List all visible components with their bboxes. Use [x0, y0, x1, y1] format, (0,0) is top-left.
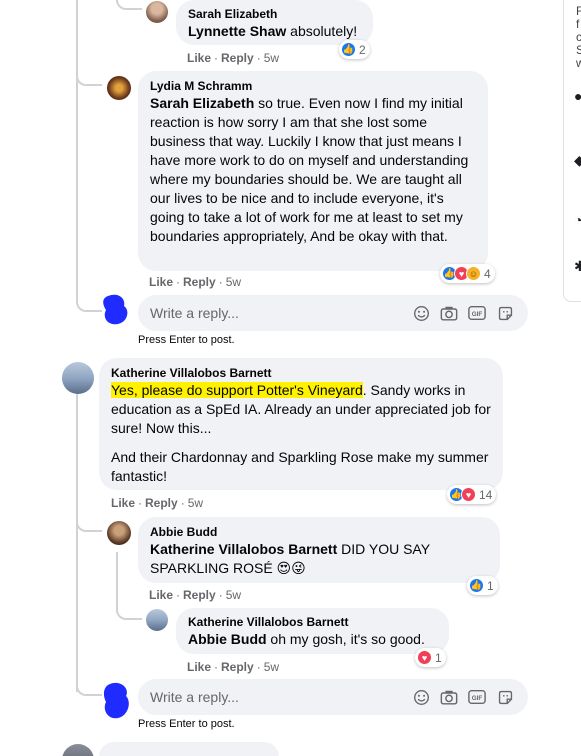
- timestamp[interactable]: 5w: [226, 588, 241, 602]
- sidebar-fragment: f: [576, 17, 580, 31]
- sidebar-icon[interactable]: ◆: [574, 152, 581, 169]
- comment-author[interactable]: Abbie Budd: [150, 524, 488, 540]
- thread-line: [116, 552, 118, 612]
- right-sidebar-card: F f c S w ● ◆ ◔ ✱: [563, 0, 581, 302]
- avatar[interactable]: [146, 609, 168, 631]
- reaction-count: 1: [487, 578, 494, 593]
- emoji-icon[interactable]: [412, 304, 430, 322]
- sidebar-fragment: c: [576, 30, 581, 44]
- press-enter-hint: Press Enter to post.: [138, 334, 235, 346]
- gif-icon[interactable]: GIF: [468, 304, 486, 322]
- comment-author[interactable]: Lydia M Schramm: [150, 78, 476, 94]
- emoji-icon[interactable]: [412, 688, 430, 706]
- reply-input[interactable]: Write a reply... GIF: [138, 295, 528, 331]
- comment-text: oh my gosh, it's so good.: [266, 631, 425, 647]
- thread-connector: [76, 516, 102, 532]
- sidebar-icon[interactable]: ✱: [574, 258, 581, 275]
- reply-placeholder: Write a reply...: [150, 305, 239, 321]
- thread-connector: [116, 604, 142, 620]
- reaction-count: 2: [359, 42, 366, 57]
- timestamp[interactable]: 5w: [264, 660, 279, 674]
- press-enter-hint: Press Enter to post.: [138, 718, 235, 730]
- like-link[interactable]: Like: [111, 496, 135, 510]
- love-reaction-icon: ♥: [461, 487, 476, 502]
- reaction-summary[interactable]: ♥ 1: [415, 648, 446, 667]
- svg-text:GIF: GIF: [472, 695, 483, 702]
- comment-bubble: Abbie Budd Katherine Villalobos Barnett …: [138, 517, 500, 583]
- avatar[interactable]: [107, 76, 131, 100]
- highlighted-text: Yes, please do support Potter's Vineyard: [111, 382, 363, 398]
- reaction-summary[interactable]: 👍 1: [467, 576, 498, 595]
- like-link[interactable]: Like: [149, 588, 173, 602]
- love-reaction-icon: ♥: [417, 650, 432, 665]
- sidebar-fragment: S: [576, 43, 581, 57]
- thread-line: [76, 0, 78, 300]
- thread-line: [76, 392, 78, 692]
- comment-bubble: Katherine Villalobos Barnett Yes, please…: [99, 358, 503, 490]
- reaction-count: 14: [479, 487, 493, 502]
- thread-connector: [116, 0, 142, 10]
- sidebar-fragment: F: [576, 4, 581, 18]
- thread-connector: [76, 680, 102, 696]
- reply-link[interactable]: Reply: [183, 588, 216, 602]
- avatar[interactable]: [107, 521, 131, 545]
- mention-link[interactable]: Sarah Elizabeth: [150, 95, 254, 111]
- comment-actions: Like · Reply · 5w: [111, 496, 204, 510]
- reply-placeholder: Write a reply...: [150, 689, 239, 705]
- comment-author[interactable]: Sarah Elizabeth: [188, 6, 361, 22]
- comment-actions: Like · Reply · 5w: [149, 275, 242, 289]
- svg-text:GIF: GIF: [472, 311, 483, 318]
- sidebar-icon[interactable]: ◔: [574, 212, 581, 228]
- camera-icon[interactable]: [440, 688, 458, 706]
- comment-author[interactable]: Katherine Villalobos Barnett: [111, 365, 491, 381]
- mention-link[interactable]: Abbie Budd: [188, 631, 267, 647]
- avatar[interactable]: [62, 362, 94, 394]
- like-link[interactable]: Like: [187, 660, 211, 674]
- mention-link[interactable]: Lynnette Shaw: [188, 23, 286, 39]
- like-link[interactable]: Like: [187, 51, 211, 65]
- reaction-count: 1: [435, 650, 442, 665]
- avatar[interactable]: [146, 1, 168, 23]
- reply-link[interactable]: Reply: [145, 496, 178, 510]
- reply-link[interactable]: Reply: [183, 275, 216, 289]
- sidebar-icon[interactable]: ●: [574, 88, 581, 104]
- reaction-summary[interactable]: 👍 2: [339, 40, 370, 59]
- redacted-avatar: [103, 294, 128, 325]
- camera-icon[interactable]: [440, 304, 458, 322]
- reaction-summary[interactable]: 👍 ♥ ☺ 4: [440, 264, 495, 283]
- avatar[interactable]: [62, 744, 94, 756]
- like-reaction-icon: 👍: [341, 42, 356, 57]
- comment-text: absolutely!: [286, 23, 358, 39]
- sticker-icon[interactable]: [496, 304, 514, 322]
- reply-link[interactable]: Reply: [221, 660, 254, 674]
- like-link[interactable]: Like: [149, 275, 173, 289]
- redacted-avatar: [103, 682, 129, 719]
- comment-text: so true. Even now I find my initial reac…: [150, 95, 469, 244]
- thread-connector: [76, 70, 102, 86]
- comment-actions: Like · Reply · 5w: [187, 51, 280, 65]
- timestamp[interactable]: 5w: [264, 51, 279, 65]
- reply-link[interactable]: Reply: [221, 51, 254, 65]
- comment-actions: Like · Reply · 5w: [149, 588, 242, 602]
- gif-icon[interactable]: GIF: [468, 688, 486, 706]
- mention-link[interactable]: Katherine Villalobos Barnett: [150, 541, 337, 557]
- timestamp[interactable]: 5w: [188, 496, 203, 510]
- sticker-icon[interactable]: [496, 688, 514, 706]
- comment-bubble: Katherine Villalobos Barnett Abbie Budd …: [176, 608, 449, 654]
- timestamp[interactable]: 5w: [226, 275, 241, 289]
- care-reaction-icon: ☺: [466, 266, 481, 281]
- reaction-count: 4: [484, 266, 491, 281]
- comment-bubble: Sarah Elizabeth Lynnette Shaw absolutely…: [176, 0, 373, 45]
- comment-text: And their Chardonnay and Sparkling Rose …: [111, 449, 489, 484]
- comment-bubble: Lydia M Schramm Sarah Elizabeth so true.…: [138, 71, 488, 271]
- sidebar-fragment: w: [576, 56, 581, 70]
- comment-author[interactable]: Katherine Villalobos Barnett: [188, 614, 437, 630]
- comment-bubble: [99, 742, 279, 756]
- comment-actions: Like · Reply · 5w: [187, 660, 280, 674]
- like-reaction-icon: 👍: [469, 578, 484, 593]
- reply-input[interactable]: Write a reply... GIF: [138, 679, 528, 715]
- reaction-summary[interactable]: 👍 ♥ 14: [447, 485, 497, 504]
- thread-connector: [76, 296, 102, 312]
